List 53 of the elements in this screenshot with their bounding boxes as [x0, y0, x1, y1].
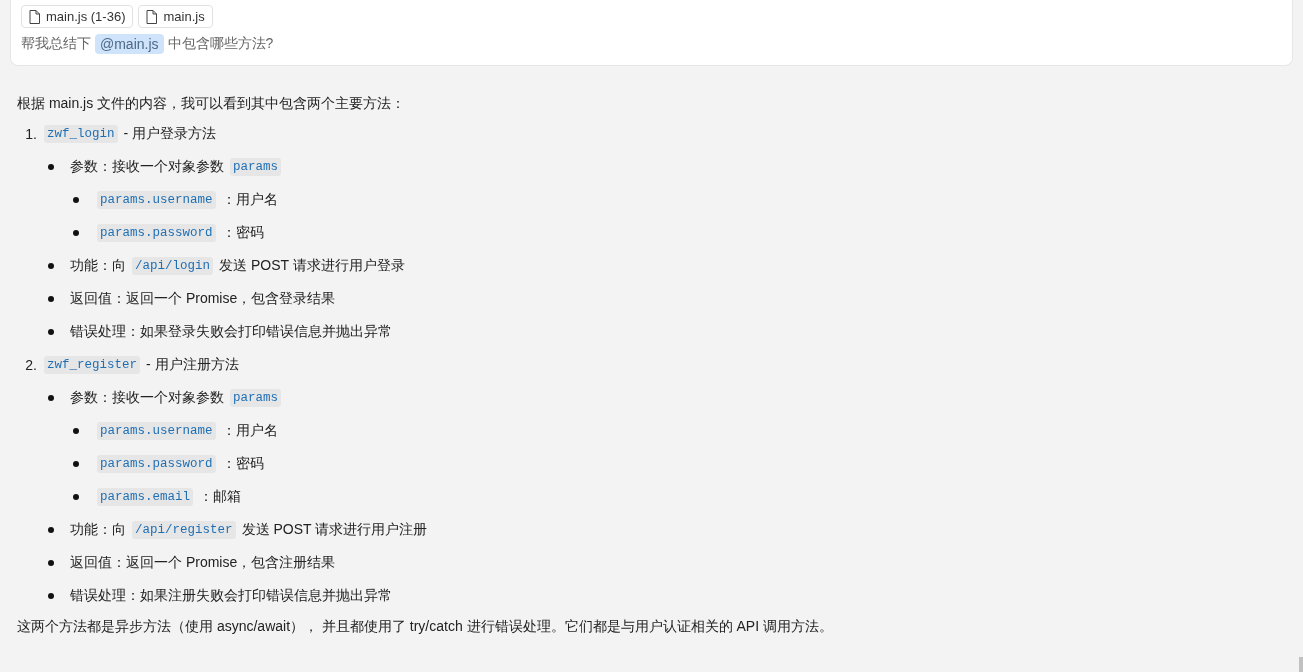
inline-code: params.email	[97, 487, 193, 506]
bullet-icon	[48, 328, 54, 335]
inline-code: /api/login	[132, 256, 213, 275]
list-text: ：密码	[221, 223, 264, 242]
list-text: 参数：接收一个对象参数	[70, 157, 224, 176]
question-text: 帮我总结下	[21, 35, 91, 53]
bullet-icon	[48, 394, 54, 401]
list-text: - 用户注册方法	[146, 355, 239, 374]
list-text: 发送 POST 请求进行用户注册	[241, 520, 428, 539]
file-icon	[146, 9, 158, 24]
list-text: ：用户名	[221, 421, 278, 440]
inline-code: params.password	[97, 223, 216, 242]
list-text: 发送 POST 请求进行用户登录	[219, 256, 405, 275]
answer-text: 这两个方法都是异步方法（使用 async/await）， 并且都使用了 try/catch 进行错误处理。它们都是与用户认证相关的 API 调用方法。	[17, 617, 834, 636]
inline-code: params.password	[97, 454, 216, 473]
list-number: 2.	[24, 356, 38, 373]
inline-code: zwf_login	[44, 124, 118, 143]
inline-code: params.username	[97, 190, 216, 209]
bullet-icon	[73, 493, 79, 500]
list-text: - 用户登录方法	[123, 124, 217, 143]
list-text: 返回值：返回一个 Promise，包含登录结果	[70, 289, 336, 308]
bullet-icon	[48, 526, 54, 533]
file-icon	[29, 9, 40, 24]
list-number: 1.	[24, 125, 38, 142]
inline-code: params	[230, 388, 281, 407]
scrollbar-thumb[interactable]	[1299, 657, 1303, 672]
list-text: 功能：向	[70, 520, 126, 539]
bullet-icon	[73, 229, 79, 236]
file-chip[interactable]: main.js (1-36)	[21, 5, 134, 28]
inline-code: params.username	[97, 421, 216, 440]
bullet-icon	[73, 460, 79, 467]
list-text: ：邮箱	[199, 487, 241, 506]
bullet-icon	[48, 592, 54, 599]
bullet-icon	[73, 427, 79, 434]
list-text: 错误处理：如果注册失败会打印错误信息并抛出异常	[70, 586, 392, 605]
bullet-icon	[73, 196, 79, 203]
question-text: 中包含哪些方法?	[167, 35, 274, 53]
list-text: 错误处理：如果登录失败会打印错误信息并抛出异常	[70, 322, 392, 341]
list-text: ：密码	[221, 454, 264, 473]
file-chip[interactable]: main.js	[138, 5, 213, 28]
inline-code: params	[230, 157, 281, 176]
bullet-icon	[48, 295, 54, 302]
bullet-icon	[48, 559, 54, 566]
list-text: ：用户名	[221, 190, 278, 209]
inline-code: zwf_register	[44, 355, 140, 374]
bullet-icon	[48, 163, 54, 170]
inline-code: /api/register	[132, 520, 236, 539]
list-text: 返回值：返回一个 Promise，包含注册结果	[70, 553, 336, 572]
mention-tag[interactable]: @main.js	[95, 34, 164, 54]
answer-text: 根据 main.js 文件的内容，我可以看到其中包含两个主要方法：	[17, 94, 407, 113]
bullet-icon	[48, 262, 54, 269]
list-text: 参数：接收一个对象参数	[70, 388, 224, 407]
list-text: 功能：向	[70, 256, 126, 275]
